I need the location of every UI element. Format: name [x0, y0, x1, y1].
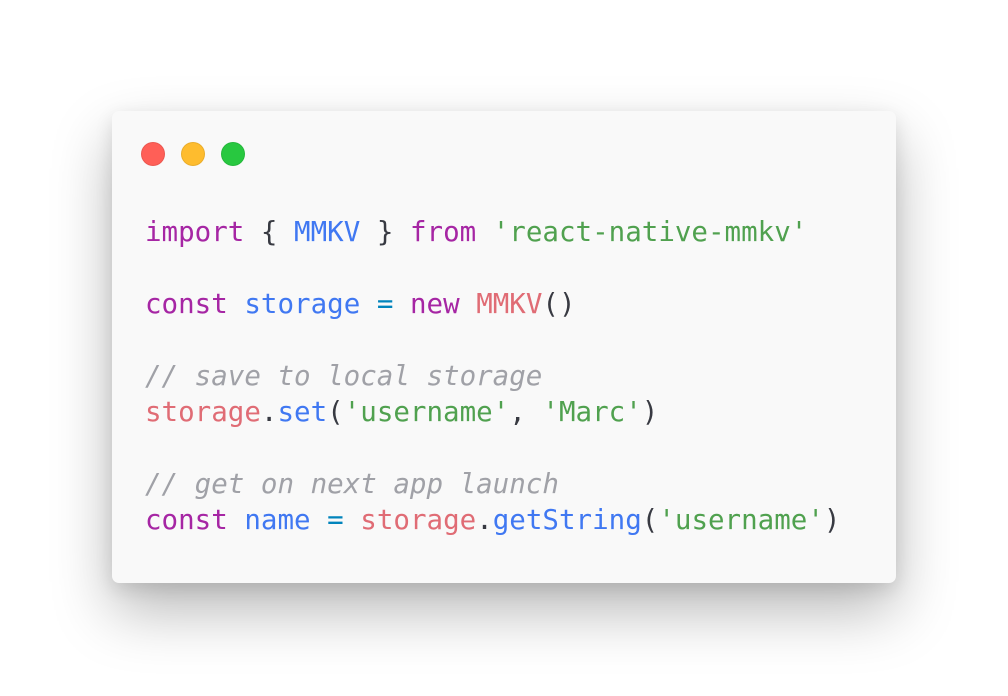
minimize-window-dot[interactable] — [181, 142, 205, 166]
paren-open: ( — [641, 504, 659, 536]
code-line-7-blank — [145, 430, 840, 466]
code-line-9: const name = storage.getString('username… — [145, 502, 840, 538]
code-line-6: storage.set('username', 'Marc') — [145, 394, 840, 430]
identifier-storage: storage — [244, 288, 361, 320]
canvas: import { MMKV } from 'react-native-mmkv'… — [0, 0, 1008, 696]
brace-open: { — [260, 216, 278, 248]
comment-get: // get on next app launch — [145, 468, 559, 500]
paren-open: ( — [327, 396, 344, 428]
code-line-3: const storage = new MMKV() — [145, 286, 840, 322]
variable-storage: storage — [360, 504, 477, 536]
comment-save: // save to local storage — [145, 360, 543, 392]
code-line-2-blank — [145, 250, 840, 286]
code-block: import { MMKV } from 'react-native-mmkv'… — [145, 214, 840, 538]
code-line-1: import { MMKV } from 'react-native-mmkv' — [145, 214, 840, 250]
variable-storage: storage — [145, 396, 261, 428]
comma: , — [509, 396, 526, 428]
member-dot: . — [476, 504, 493, 536]
keyword-const: const — [145, 288, 228, 320]
code-window: import { MMKV } from 'react-native-mmkv'… — [112, 111, 896, 583]
close-window-dot[interactable] — [141, 142, 165, 166]
code-line-4-blank — [145, 322, 840, 358]
method-set: set — [277, 396, 328, 428]
method-getstring: getString — [492, 504, 642, 536]
keyword-from: from — [409, 216, 477, 248]
identifier-name: name — [244, 504, 311, 536]
code-line-8: // get on next app launch — [145, 466, 840, 502]
module-string: 'react-native-mmkv' — [492, 216, 808, 248]
keyword-import: import — [145, 216, 245, 248]
identifier-mmkv: MMKV — [294, 216, 361, 248]
keyword-new: new — [409, 288, 460, 320]
paren-close: ) — [823, 504, 841, 536]
keyword-const: const — [145, 504, 228, 536]
class-mmkv: MMKV — [476, 288, 543, 320]
string-username-key: 'username' — [658, 504, 824, 536]
call-parens: () — [542, 288, 576, 320]
code-line-5: // save to local storage — [145, 358, 840, 394]
paren-close: ) — [641, 396, 659, 428]
string-marc-value: 'Marc' — [542, 396, 642, 428]
brace-close: } — [376, 216, 394, 248]
operator-equals: = — [376, 288, 394, 320]
operator-equals: = — [327, 504, 344, 536]
member-dot: . — [260, 396, 278, 428]
maximize-window-dot[interactable] — [221, 142, 245, 166]
string-username-key: 'username' — [343, 396, 510, 428]
